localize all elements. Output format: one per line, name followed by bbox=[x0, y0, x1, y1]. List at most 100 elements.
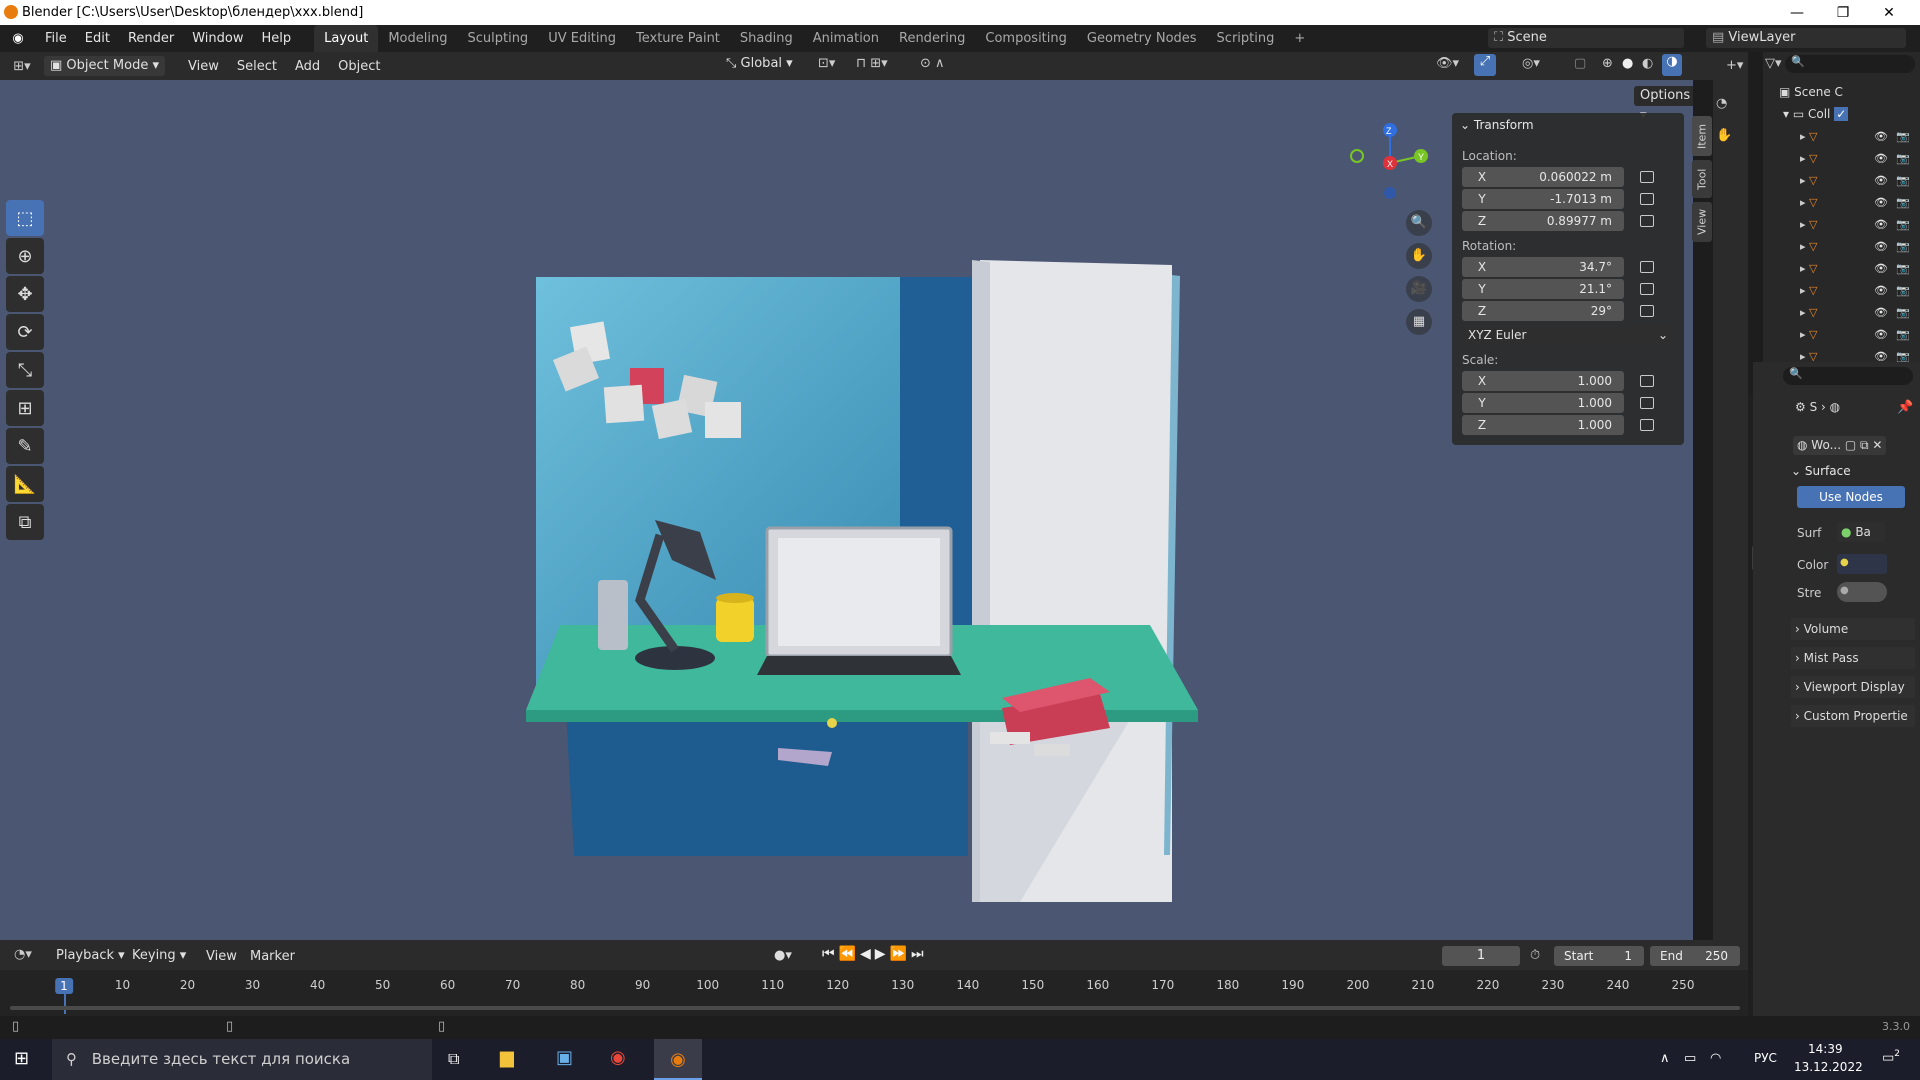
add-workspace-button[interactable]: + bbox=[1284, 25, 1315, 52]
menu-edit[interactable]: Edit bbox=[76, 25, 119, 52]
visibility-icon[interactable]: 👁▾ bbox=[1436, 56, 1459, 71]
visibility-eye-icon[interactable]: 👁 bbox=[1874, 152, 1888, 165]
render-camera-icon[interactable]: 📷 bbox=[1896, 174, 1910, 187]
close-button[interactable]: ✕ bbox=[1866, 0, 1912, 25]
add-cube-tool-icon[interactable]: ⧉ bbox=[6, 504, 44, 540]
3d-viewport[interactable]: ⬚ ⊕ ✥ ⟳ ⤡ ⊞ ✎ 📐 ⧉ Z Y X 🔍 ✋ 🎥 ▦ Options bbox=[0, 80, 1693, 940]
render-camera-icon[interactable]: 📷 bbox=[1896, 328, 1910, 341]
outliner-object-row[interactable]: ▸ ▽ 👁 📷 bbox=[1800, 240, 1918, 258]
navigation-gizmo[interactable]: Z Y X bbox=[1345, 118, 1435, 208]
visibility-eye-icon[interactable]: 👁 bbox=[1874, 218, 1888, 231]
rotation-mode-dropdown[interactable]: XYZ Euler ⌄ bbox=[1462, 325, 1674, 345]
volume-panel[interactable]: › Volume bbox=[1791, 618, 1915, 640]
lock-rotation-y-icon[interactable] bbox=[1640, 283, 1654, 295]
measure-tool-icon[interactable]: 📐 bbox=[6, 466, 44, 502]
visibility-eye-icon[interactable]: 👁 bbox=[1874, 306, 1888, 319]
tab-texture-paint[interactable]: Texture Paint bbox=[626, 25, 730, 52]
lock-scale-y-icon[interactable] bbox=[1640, 397, 1654, 409]
expand-arrow-icon[interactable]: ▸ bbox=[1800, 240, 1806, 253]
playback-menu[interactable]: Playback ▾ bbox=[50, 946, 131, 966]
location-x-field[interactable]: X 0.060022 m bbox=[1462, 167, 1624, 187]
visibility-eye-icon[interactable]: 👁 bbox=[1874, 262, 1888, 275]
lock-rotation-z-icon[interactable] bbox=[1640, 305, 1654, 317]
tab-uv-editing[interactable]: UV Editing bbox=[538, 25, 626, 52]
transform-tool-icon[interactable]: ⊞ bbox=[6, 390, 44, 426]
expand-arrow-icon[interactable]: ▸ bbox=[1800, 262, 1806, 275]
viewport-display-panel[interactable]: › Viewport Display bbox=[1791, 676, 1915, 698]
zoom-icon[interactable]: 🔍 bbox=[1406, 210, 1432, 236]
tab-animation[interactable]: Animation bbox=[803, 25, 889, 52]
menu-window[interactable]: Window bbox=[183, 25, 252, 52]
outliner-object-row[interactable]: ▸ ▽ 👁 📷 bbox=[1800, 218, 1918, 236]
gizmo-neg-y-axis[interactable] bbox=[1350, 149, 1364, 163]
add-editor-icon[interactable]: +▾ bbox=[1726, 58, 1743, 73]
location-z-field[interactable]: Z 0.89977 m bbox=[1462, 211, 1624, 231]
render-camera-icon[interactable]: 📷 bbox=[1896, 284, 1910, 297]
camera-view-icon[interactable]: 🎥 bbox=[1406, 276, 1432, 302]
world-datablock[interactable]: ◍ Wo... ▢ ⧉ ✕ bbox=[1793, 436, 1887, 455]
options-dropdown[interactable]: Options ▾ bbox=[1634, 86, 1693, 123]
outliner-object-row[interactable]: ▸ ▽ 👁 📷 bbox=[1800, 196, 1918, 214]
stopwatch-icon[interactable]: ⏱ bbox=[1530, 948, 1540, 963]
render-camera-icon[interactable]: 📷 bbox=[1896, 152, 1910, 165]
outliner-collection-row[interactable]: ▾ ▭ Coll ✓ bbox=[1783, 107, 1849, 121]
move-tool-icon[interactable]: ✥ bbox=[6, 276, 44, 312]
notification-icon[interactable]: ▭2 bbox=[1882, 1049, 1900, 1065]
tab-rendering[interactable]: Rendering bbox=[889, 25, 975, 52]
lock-location-z-icon[interactable] bbox=[1640, 215, 1654, 227]
menu-file[interactable]: File bbox=[36, 25, 76, 52]
menu-help[interactable]: Help bbox=[253, 25, 301, 52]
hand-icon[interactable]: ✋ bbox=[1716, 128, 1732, 143]
minimize-button[interactable]: — bbox=[1774, 0, 1820, 25]
render-camera-icon[interactable]: 📷 bbox=[1896, 262, 1910, 275]
pan-hand-icon[interactable]: ✋ bbox=[1406, 243, 1432, 269]
viewlayer-selector[interactable]: ▤ ViewLayer bbox=[1706, 28, 1906, 48]
gizmo-neg-z-axis[interactable] bbox=[1384, 187, 1396, 199]
rotation-y-field[interactable]: Y 21.1° bbox=[1462, 279, 1624, 299]
rotation-x-field[interactable]: X 34.7° bbox=[1462, 257, 1624, 277]
blender-taskbar-icon[interactable]: ◉ bbox=[654, 1039, 702, 1080]
timeline-view-menu[interactable]: View bbox=[206, 949, 237, 964]
outliner-object-row[interactable]: ▸ ▽ 👁 📷 bbox=[1800, 328, 1918, 346]
shading-solid-icon[interactable]: ● bbox=[1622, 56, 1633, 71]
scale-y-field[interactable]: Y 1.000 bbox=[1462, 393, 1624, 413]
outliner-search[interactable]: 🔍 bbox=[1785, 55, 1915, 73]
timeline-editor-icon[interactable]: ◔▾ bbox=[14, 947, 32, 962]
menu-object[interactable]: Object bbox=[329, 59, 389, 74]
overlays-icon[interactable]: ◎▾ bbox=[1522, 56, 1540, 71]
chrome-icon[interactable]: ◉ bbox=[610, 1047, 626, 1068]
visibility-eye-icon[interactable]: 👁 bbox=[1874, 130, 1888, 143]
shading-rendered-icon[interactable]: ◑ bbox=[1662, 54, 1682, 76]
proportional-edit-icon[interactable]: ⊙ ∧ bbox=[920, 56, 945, 71]
tab-shading[interactable]: Shading bbox=[730, 25, 803, 52]
lock-scale-x-icon[interactable] bbox=[1640, 375, 1654, 387]
visibility-eye-icon[interactable]: 👁 bbox=[1874, 240, 1888, 253]
expand-arrow-icon[interactable]: ▸ bbox=[1800, 196, 1806, 209]
expand-arrow-icon[interactable]: ▸ bbox=[1800, 328, 1806, 341]
gizmo-toggle-icon[interactable]: ⤢ bbox=[1474, 54, 1496, 76]
record-icon[interactable]: ●▾ bbox=[774, 948, 792, 963]
render-camera-icon[interactable]: 📷 bbox=[1896, 306, 1910, 319]
mode-selector[interactable]: ▣ Object Mode ▾ bbox=[44, 56, 165, 76]
shading-material-icon[interactable]: ◐ bbox=[1642, 56, 1653, 71]
render-camera-icon[interactable]: 📷 bbox=[1896, 240, 1910, 253]
visibility-eye-icon[interactable]: 👁 bbox=[1874, 174, 1888, 187]
visibility-eye-icon[interactable]: 👁 bbox=[1874, 284, 1888, 297]
keying-menu[interactable]: Keying ▾ bbox=[126, 946, 192, 966]
blender-menu-icon[interactable]: ◉ bbox=[0, 31, 36, 46]
outliner-object-row[interactable]: ▸ ▽ 👁 📷 bbox=[1800, 262, 1918, 280]
pivot-icon[interactable]: ⊡▾ bbox=[818, 56, 835, 71]
use-nodes-button[interactable]: Use Nodes bbox=[1797, 486, 1905, 508]
location-y-field[interactable]: Y -1.7013 m bbox=[1462, 189, 1624, 209]
visibility-eye-icon[interactable]: 👁 bbox=[1874, 196, 1888, 209]
clock-date[interactable]: 13.12.2022 bbox=[1794, 1060, 1863, 1074]
menu-add[interactable]: Add bbox=[286, 59, 329, 74]
tray-network-icon[interactable]: ▭ bbox=[1684, 1051, 1696, 1066]
render-camera-icon[interactable]: 📷 bbox=[1896, 196, 1910, 209]
props-search[interactable]: 🔍 bbox=[1783, 367, 1913, 385]
tray-chevron-icon[interactable]: ∧ bbox=[1660, 1051, 1670, 1066]
outliner-scene-row[interactable]: ▣ Scene C bbox=[1779, 85, 1843, 99]
expand-arrow-icon[interactable]: ▸ bbox=[1800, 284, 1806, 297]
playback-controls[interactable]: ⏮⏪◀▶⏩⏭ bbox=[822, 946, 928, 962]
current-frame-field[interactable]: 1 bbox=[1442, 946, 1520, 966]
